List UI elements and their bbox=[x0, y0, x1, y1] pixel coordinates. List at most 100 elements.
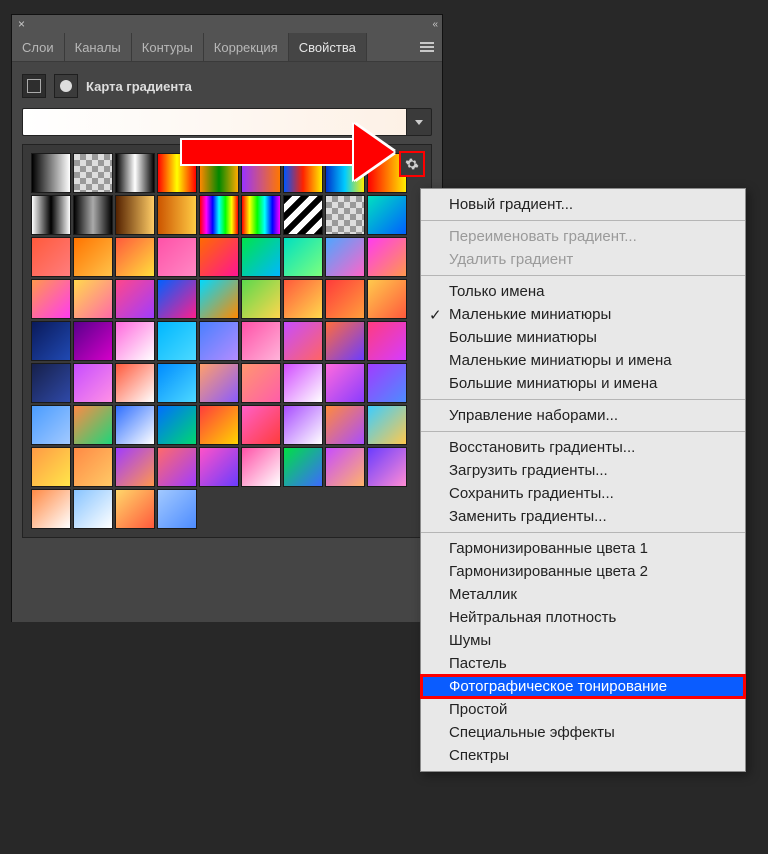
gradient-swatch[interactable] bbox=[367, 405, 407, 445]
gradient-swatch[interactable] bbox=[73, 195, 113, 235]
gradient-swatch[interactable] bbox=[367, 321, 407, 361]
gradient-swatch[interactable] bbox=[157, 447, 197, 487]
gradient-swatch[interactable] bbox=[283, 321, 323, 361]
gradient-swatch[interactable] bbox=[199, 447, 239, 487]
gradient-swatch[interactable] bbox=[115, 153, 155, 193]
gradient-swatch[interactable] bbox=[199, 405, 239, 445]
gradient-swatch[interactable] bbox=[241, 447, 281, 487]
gradient-swatch[interactable] bbox=[157, 195, 197, 235]
gradient-swatch[interactable] bbox=[73, 447, 113, 487]
gradient-presets-menu-button[interactable] bbox=[399, 151, 425, 177]
collapse-icon[interactable]: « bbox=[432, 19, 436, 30]
gradient-swatch[interactable] bbox=[367, 363, 407, 403]
gradient-swatch[interactable] bbox=[73, 363, 113, 403]
gradient-swatch[interactable] bbox=[283, 195, 323, 235]
menu-save-gradients[interactable]: Сохранить градиенты... bbox=[421, 482, 745, 505]
menu-reset-gradients[interactable]: Восстановить градиенты... bbox=[421, 436, 745, 459]
tab-paths[interactable]: Контуры bbox=[132, 33, 204, 61]
menu-simple[interactable]: Простой bbox=[421, 698, 745, 721]
menu-pastels[interactable]: Пастель bbox=[421, 652, 745, 675]
gradient-swatch[interactable] bbox=[241, 279, 281, 319]
menu-noise-samples[interactable]: Шумы bbox=[421, 629, 745, 652]
gradient-swatch[interactable] bbox=[73, 405, 113, 445]
menu-load-gradients[interactable]: Загрузить градиенты... bbox=[421, 459, 745, 482]
menu-text-only[interactable]: Только имена bbox=[421, 280, 745, 303]
menu-metals[interactable]: Металлик bbox=[421, 583, 745, 606]
gradient-swatch[interactable] bbox=[325, 447, 365, 487]
menu-large-list[interactable]: Большие миниатюры и имена bbox=[421, 372, 745, 395]
menu-photographic-toning[interactable]: Фотографическое тонирование bbox=[421, 675, 745, 698]
gradient-swatch[interactable] bbox=[31, 489, 71, 529]
gradient-swatch[interactable] bbox=[115, 447, 155, 487]
gradient-swatch[interactable] bbox=[31, 363, 71, 403]
gradient-swatch[interactable] bbox=[73, 153, 113, 193]
menu-new-gradient[interactable]: Новый градиент... bbox=[421, 193, 745, 216]
gradient-swatch[interactable] bbox=[115, 279, 155, 319]
tab-corrections[interactable]: Коррекция bbox=[204, 33, 289, 61]
gradient-swatch[interactable] bbox=[199, 237, 239, 277]
gradient-swatch[interactable] bbox=[73, 489, 113, 529]
gradient-swatch[interactable] bbox=[283, 447, 323, 487]
gradient-swatch[interactable] bbox=[283, 237, 323, 277]
gradient-swatch[interactable] bbox=[325, 321, 365, 361]
gradient-swatch[interactable] bbox=[241, 363, 281, 403]
panel-menu-button[interactable] bbox=[412, 33, 442, 61]
close-icon[interactable]: × bbox=[18, 17, 25, 31]
menu-small-list[interactable]: Маленькие миниатюры и имена bbox=[421, 349, 745, 372]
menu-neutral-density[interactable]: Нейтральная плотность bbox=[421, 606, 745, 629]
gradient-swatch[interactable] bbox=[157, 279, 197, 319]
gradient-swatch[interactable] bbox=[367, 279, 407, 319]
gradient-swatch[interactable] bbox=[73, 321, 113, 361]
menu-color-harmonies-1[interactable]: Гармонизированные цвета 1 bbox=[421, 537, 745, 560]
menu-spectrums[interactable]: Спектры bbox=[421, 744, 745, 767]
gradient-swatch[interactable] bbox=[325, 195, 365, 235]
gradient-swatch[interactable] bbox=[115, 363, 155, 403]
tab-layers[interactable]: Слои bbox=[12, 33, 65, 61]
gradient-swatch[interactable] bbox=[31, 153, 71, 193]
gradient-swatch[interactable] bbox=[241, 405, 281, 445]
gradient-swatch[interactable] bbox=[31, 279, 71, 319]
gradient-swatch[interactable] bbox=[115, 237, 155, 277]
gradient-swatch[interactable] bbox=[367, 195, 407, 235]
gradient-swatch[interactable] bbox=[367, 237, 407, 277]
gradient-swatch[interactable] bbox=[157, 321, 197, 361]
tab-channels[interactable]: Каналы bbox=[65, 33, 132, 61]
menu-large-thumbnail[interactable]: Большие миниатюры bbox=[421, 326, 745, 349]
gradient-swatch[interactable] bbox=[31, 321, 71, 361]
menu-special-effects[interactable]: Специальные эффекты bbox=[421, 721, 745, 744]
gradient-swatch[interactable] bbox=[199, 195, 239, 235]
menu-replace-gradients[interactable]: Заменить градиенты... bbox=[421, 505, 745, 528]
gradient-swatch[interactable] bbox=[73, 279, 113, 319]
tab-properties[interactable]: Свойства bbox=[289, 33, 367, 61]
gradient-swatch[interactable] bbox=[157, 237, 197, 277]
gradient-swatch[interactable] bbox=[199, 363, 239, 403]
gradient-swatch[interactable] bbox=[325, 405, 365, 445]
gradient-swatch[interactable] bbox=[115, 489, 155, 529]
gradient-swatch[interactable] bbox=[325, 237, 365, 277]
gradient-swatch[interactable] bbox=[367, 447, 407, 487]
gradient-swatch[interactable] bbox=[241, 237, 281, 277]
gradient-swatch[interactable] bbox=[199, 279, 239, 319]
gradient-swatch[interactable] bbox=[73, 237, 113, 277]
gradient-swatch[interactable] bbox=[31, 447, 71, 487]
gradient-swatch[interactable] bbox=[115, 195, 155, 235]
gradient-swatch[interactable] bbox=[325, 279, 365, 319]
gradient-swatch[interactable] bbox=[31, 405, 71, 445]
gradient-swatch[interactable] bbox=[283, 405, 323, 445]
gradient-swatch[interactable] bbox=[283, 279, 323, 319]
gradient-swatch[interactable] bbox=[241, 321, 281, 361]
gradient-swatch[interactable] bbox=[199, 321, 239, 361]
gradient-swatch[interactable] bbox=[115, 321, 155, 361]
gradient-swatch[interactable] bbox=[115, 405, 155, 445]
gradient-swatch[interactable] bbox=[325, 363, 365, 403]
gradient-swatch[interactable] bbox=[241, 195, 281, 235]
gradient-swatch[interactable] bbox=[157, 363, 197, 403]
gradient-swatch[interactable] bbox=[157, 489, 197, 529]
gradient-dropdown[interactable] bbox=[407, 108, 432, 136]
menu-preset-manager[interactable]: Управление наборами... bbox=[421, 404, 745, 427]
gradient-swatch[interactable] bbox=[31, 195, 71, 235]
gradient-swatch[interactable] bbox=[157, 405, 197, 445]
gradient-swatch[interactable] bbox=[283, 363, 323, 403]
gradient-swatch[interactable] bbox=[31, 237, 71, 277]
menu-small-thumbnail[interactable]: Маленькие миниатюры bbox=[421, 303, 745, 326]
